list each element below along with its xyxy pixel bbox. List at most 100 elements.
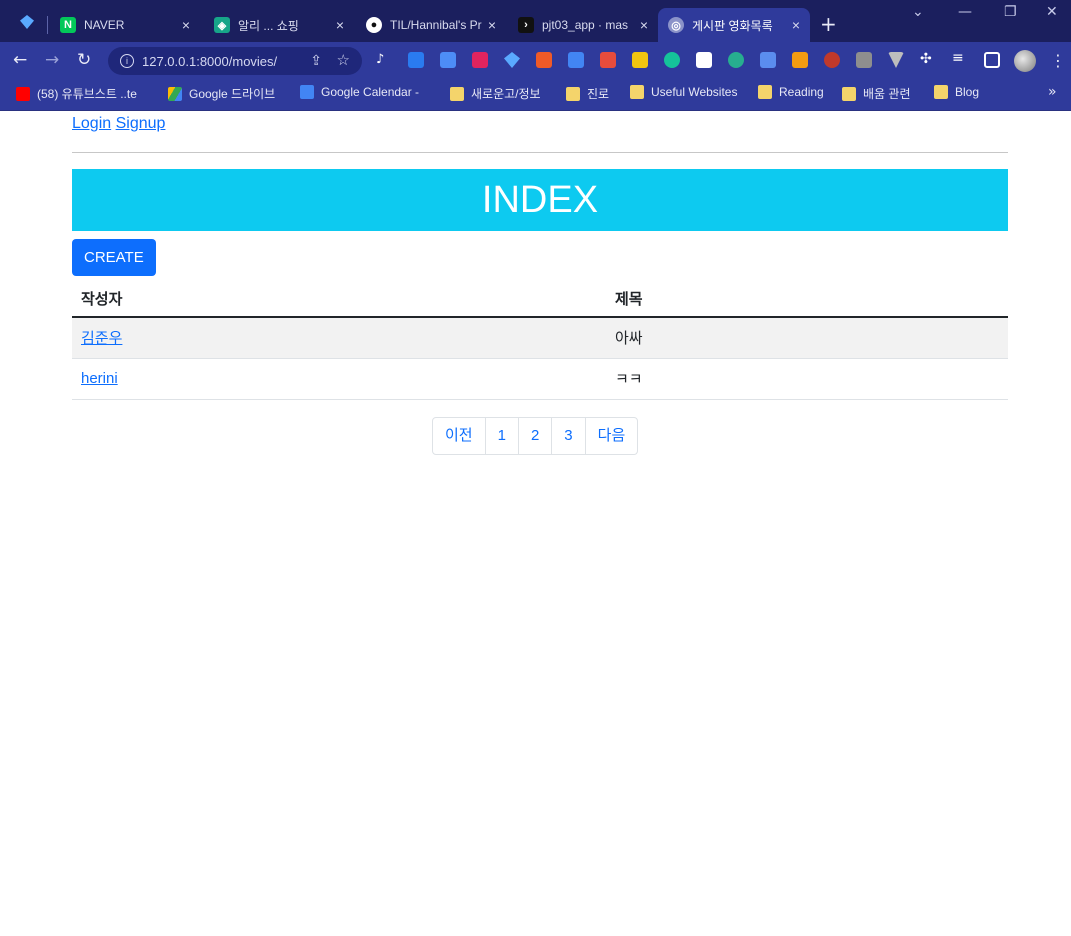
tab-ali[interactable]: ◈ 알리 ... 쇼핑 ×: [204, 8, 354, 42]
title-cell: ㅋㅋ: [606, 358, 1008, 400]
signup-link[interactable]: Signup: [116, 115, 166, 132]
terminal-icon: ›: [518, 17, 534, 33]
extension-translate-icon[interactable]: [760, 52, 776, 68]
extension-tp-icon[interactable]: [472, 52, 488, 68]
ali-icon: ◈: [214, 17, 230, 33]
login-link[interactable]: Login: [72, 115, 111, 132]
tab-naver[interactable]: N NAVER ×: [50, 8, 200, 42]
close-icon[interactable]: ×: [182, 17, 190, 33]
bookmark-label: 배움 관련: [863, 87, 911, 101]
back-icon[interactable]: ←: [13, 50, 27, 70]
extension-record-icon[interactable]: [824, 52, 840, 68]
address-bar[interactable]: i 127.0.0.1:8000/movies/ ⇪ ☆: [108, 47, 362, 75]
tab-title: 알리 ... 쇼핑: [238, 18, 299, 33]
folder-icon: [630, 85, 644, 99]
tab-title: pjt03_app · mas: [542, 18, 629, 32]
new-tab-button[interactable]: +: [820, 12, 837, 36]
extension-gem-icon[interactable]: [504, 52, 520, 68]
bookmark-label: 진로: [587, 87, 610, 101]
close-window-button[interactable]: ✕: [1046, 4, 1058, 20]
bookmark-label: Reading: [779, 85, 824, 99]
extensions-puzzle-icon[interactable]: ✣: [920, 51, 936, 67]
bookmark-label: Blog: [955, 85, 980, 99]
forward-icon[interactable]: →: [45, 50, 59, 70]
bookmark-item[interactable]: Google Calendar -: [300, 85, 419, 99]
browser-toolbar: ← → ↻ i 127.0.0.1:8000/movies/ ⇪ ☆ ♪ ✣ ≡…: [0, 42, 1071, 80]
youtube-icon: [16, 86, 30, 101]
tab-separator: [47, 16, 48, 34]
create-button[interactable]: CREATE: [72, 239, 156, 276]
close-icon[interactable]: ×: [792, 17, 800, 33]
close-icon[interactable]: ×: [488, 17, 496, 33]
side-panel-icon[interactable]: [984, 52, 1000, 68]
pagination-prev[interactable]: 이전: [432, 417, 486, 455]
minimize-button[interactable]: —: [958, 4, 972, 20]
calendar-icon: [300, 85, 314, 99]
extension-music-icon[interactable]: ♪: [376, 52, 392, 68]
extension-note-icon[interactable]: [600, 52, 616, 68]
extension-grammarly-icon[interactable]: [664, 52, 680, 68]
page-title: INDEX: [481, 178, 599, 221]
address-text[interactable]: 127.0.0.1:8000/movies/: [142, 54, 277, 69]
pinned-tab-icon[interactable]: [20, 15, 34, 29]
author-cell: herini: [72, 358, 606, 400]
bookmark-folder[interactable]: 새로운고/정보: [450, 85, 541, 102]
bookmark-label: Google Calendar -: [321, 85, 420, 99]
movies-table: 작성자 제목 김준우 아싸 herini ㅋㅋ: [72, 280, 1008, 400]
tab-github[interactable]: ● TIL/Hannibal's Pro ×: [356, 8, 506, 42]
bookmark-folder[interactable]: Reading: [758, 85, 824, 99]
more-bookmarks-icon[interactable]: »: [1048, 84, 1057, 100]
extension-w-icon[interactable]: [856, 52, 872, 68]
close-icon[interactable]: ×: [640, 17, 648, 33]
bookmark-label: Google 드라이브: [189, 87, 276, 101]
bookmark-folder[interactable]: Useful Websites: [630, 85, 737, 99]
table-header-row: 작성자 제목: [72, 280, 1008, 318]
extension-zoom-icon[interactable]: [408, 52, 424, 68]
table-row: herini ㅋㅋ: [72, 358, 1008, 400]
bookmark-star-icon[interactable]: ☆: [337, 51, 350, 69]
extension-new-icon[interactable]: [568, 52, 584, 68]
extension-notion-icon[interactable]: [696, 52, 712, 68]
browser-tab-bar: N NAVER × ◈ 알리 ... 쇼핑 × ● TIL/Hannibal's…: [0, 0, 1071, 42]
bookmark-item[interactable]: (58) 유튜브스트 ..te: [16, 85, 137, 102]
reading-list-icon[interactable]: ≡: [952, 50, 968, 66]
table-row: 김준우 아싸: [72, 317, 1008, 359]
pagination-page-2[interactable]: 2: [517, 417, 553, 455]
title-cell: 아싸: [606, 317, 1008, 359]
restore-button[interactable]: ❐: [1004, 4, 1017, 20]
close-icon[interactable]: ×: [336, 17, 344, 33]
extension-docs-icon[interactable]: [440, 52, 456, 68]
extension-color-icon[interactable]: [792, 52, 808, 68]
author-link[interactable]: 김준우: [81, 330, 122, 347]
tab-terminal[interactable]: › pjt03_app · mas ×: [508, 8, 658, 42]
bookmark-folder[interactable]: 진로: [566, 85, 609, 102]
folder-icon: [758, 85, 772, 99]
extension-v-icon[interactable]: [888, 52, 904, 68]
folder-icon: [934, 85, 948, 99]
bookmark-label: (58) 유튜브스트 ..te: [37, 87, 137, 101]
naver-icon: N: [60, 17, 76, 33]
bookmark-folder[interactable]: 배움 관련: [842, 85, 911, 102]
author-cell: 김준우: [72, 317, 606, 359]
more-menu-icon[interactable]: ⋮: [1050, 51, 1066, 70]
extension-sticky-icon[interactable]: [632, 52, 648, 68]
reload-icon[interactable]: ↻: [77, 50, 91, 70]
folder-icon: [450, 86, 464, 101]
bookmark-folder[interactable]: Blog: [934, 85, 979, 99]
bookmark-item[interactable]: Google 드라이브: [168, 85, 275, 102]
tab-active-movies[interactable]: ◎ 게시판 영화목록 ×: [658, 8, 810, 42]
drive-icon: [168, 86, 182, 101]
pagination-page-3[interactable]: 3: [551, 417, 586, 455]
divider: [72, 152, 1008, 153]
extension-leaf-icon[interactable]: [728, 52, 744, 68]
extension-calendar-icon[interactable]: [536, 52, 552, 68]
site-info-icon[interactable]: i: [120, 54, 134, 68]
share-icon[interactable]: ⇪: [310, 52, 322, 69]
pagination-next[interactable]: 다음: [584, 417, 639, 455]
pagination-page-1[interactable]: 1: [484, 417, 519, 455]
tab-search-icon[interactable]: ⌄: [912, 4, 924, 20]
bookmarks-bar: (58) 유튜브스트 ..te Google 드라이브 Google Calen…: [0, 80, 1071, 111]
profile-avatar[interactable]: [1014, 50, 1036, 72]
page-title-banner: INDEX: [72, 169, 1008, 231]
author-link[interactable]: herini: [81, 370, 118, 387]
